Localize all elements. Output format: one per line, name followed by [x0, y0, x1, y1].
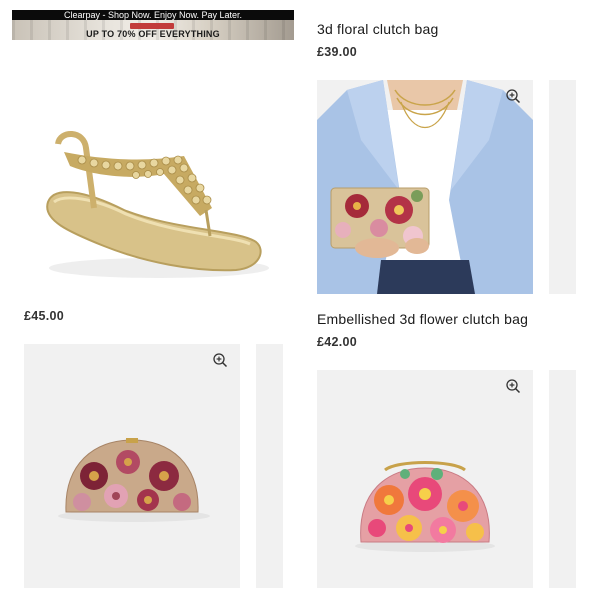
product-image-flower-clutch[interactable] [317, 370, 533, 588]
next-image-peek[interactable] [256, 344, 283, 588]
gold-studded-sandal-icon [46, 131, 269, 278]
product-price: £39.00 [317, 45, 358, 59]
zoom-icon[interactable] [212, 352, 228, 368]
product-price: £42.00 [317, 335, 358, 349]
product-image-embroidered-clutch[interactable] [24, 344, 240, 588]
next-image-peek[interactable] [549, 370, 576, 588]
banner-sale-text: UP TO 70% OFF EVERYTHING [86, 29, 220, 39]
zoom-icon[interactable] [505, 88, 521, 104]
flower-clutch-icon [355, 461, 495, 552]
product-grid-page: Clearpay - Shop Now. Enjoy Now. Pay Late… [0, 0, 600, 600]
zoom-icon[interactable] [505, 378, 521, 394]
next-image-peek[interactable] [549, 80, 576, 294]
promo-banner[interactable]: Clearpay - Shop Now. Enjoy Now. Pay Late… [12, 10, 294, 40]
product-price: £45.00 [24, 309, 65, 323]
banner-hero-image: UP TO 70% OFF EVERYTHING [12, 20, 294, 40]
product-image-sandal[interactable] [24, 90, 282, 300]
promo-strip-text: Clearpay - Shop Now. Enjoy Now. Pay Late… [12, 10, 294, 20]
floral-clutch-model-icon [317, 80, 533, 294]
product-title[interactable]: 3d floral clutch bag [317, 21, 439, 37]
product-image-floral-clutch[interactable] [317, 80, 533, 294]
embroidered-clutch-icon [58, 438, 210, 522]
product-title[interactable]: Embellished 3d flower clutch bag [317, 311, 528, 327]
